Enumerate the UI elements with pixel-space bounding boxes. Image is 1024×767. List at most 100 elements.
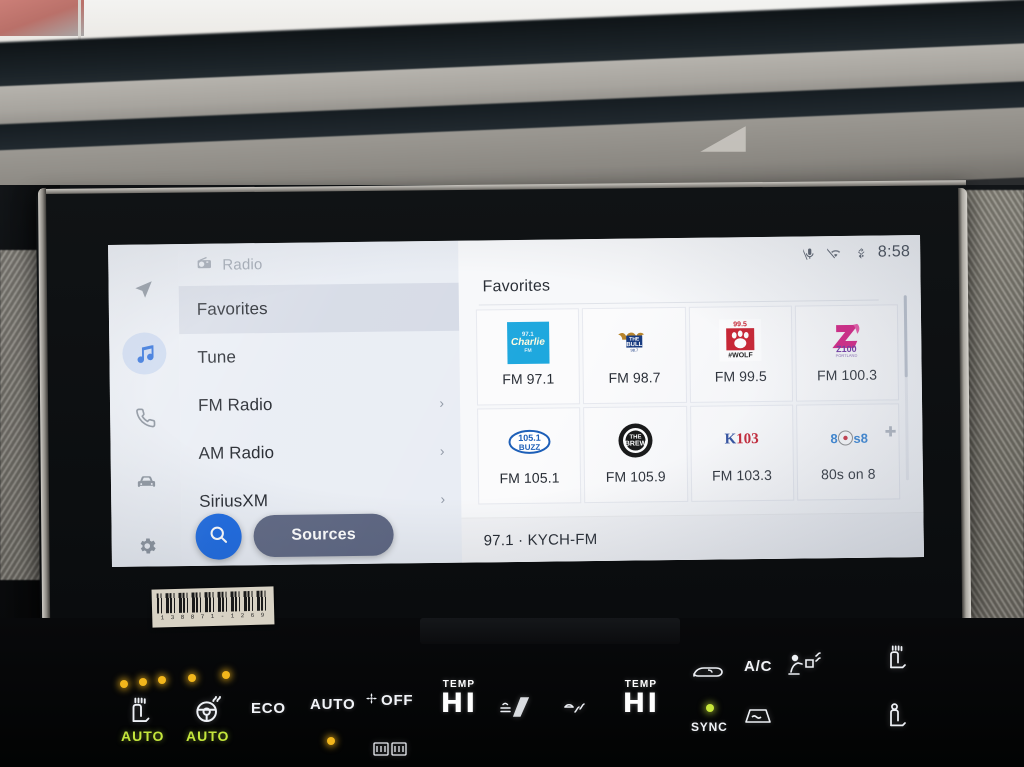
steering-heat-led-2	[222, 671, 230, 679]
panel-title: Favorites	[482, 277, 551, 296]
eighties-on-8-logo-icon: 8 s8	[826, 416, 871, 461]
favorite-tile[interactable]: THE BREW FM 105.9	[584, 406, 687, 503]
fan-off-button[interactable]: OFF	[365, 692, 413, 709]
radio-menu-panel: Radio Favorites Tune FM Radio › AM Radio…	[178, 240, 462, 567]
menu-item-am-radio[interactable]: AM Radio ›	[180, 427, 461, 478]
now-playing-bar[interactable]: 97.1 · KYCH-FM	[461, 513, 924, 563]
rear-defrost-icon[interactable]	[498, 692, 532, 725]
sync-button[interactable]: SYNC	[691, 720, 728, 734]
svg-text:98.7: 98.7	[630, 347, 639, 352]
favorite-tile[interactable]: 8 s8 80s on 8	[796, 404, 900, 500]
favorite-tile[interactable]: 97.1 Charlie FM FM 97.1	[476, 309, 580, 405]
menu-item-tune[interactable]: Tune	[179, 331, 460, 382]
sidebar-item-vehicle[interactable]	[124, 460, 169, 503]
sync-led	[706, 704, 714, 712]
chevron-right-icon: ›	[440, 490, 446, 507]
wifi-off-icon	[826, 246, 844, 260]
add-favorite-icon[interactable]: ✚	[885, 423, 897, 440]
panel-divider	[478, 299, 879, 306]
volume-rail	[420, 618, 680, 644]
front-defrost-icon[interactable]	[562, 696, 592, 727]
passenger-temp-display[interactable]: TEMP HI	[610, 680, 672, 719]
radio-icon	[196, 255, 212, 275]
favorite-label: FM 99.5	[714, 367, 767, 385]
bull-logo-icon: THE BULL 98.7	[612, 319, 657, 364]
sidebar-item-media[interactable]	[122, 332, 167, 375]
seat-vent-icon[interactable]	[884, 702, 912, 735]
menu-item-favorites[interactable]: Favorites	[178, 282, 460, 335]
favorites-panel: 8:58 Favorites ✚ 97.1 Charlie FM FM 97.1…	[458, 235, 924, 563]
barcode-bars	[156, 590, 270, 614]
k103-logo-icon: K 103	[724, 430, 759, 447]
menu-item-fm-radio[interactable]: FM Radio ›	[180, 379, 461, 430]
favorite-label: FM 103.3	[711, 466, 773, 484]
seat-heat-led-3	[158, 676, 166, 684]
wolf-logo-icon: 99.5 #WOLF	[718, 318, 763, 363]
clock: 8:58	[877, 243, 911, 261]
driver-temp-value: HI	[440, 688, 478, 719]
favorite-tile[interactable]: Z100 PORTLAND FM 100.3	[795, 305, 899, 401]
sidebar-item-phone[interactable]	[123, 396, 168, 439]
seat-heat-icon[interactable]	[126, 696, 156, 731]
ac-button[interactable]: A/C	[744, 658, 772, 675]
scrollbar-thumb[interactable]	[903, 295, 908, 378]
rear-window-defrost-icon[interactable]	[372, 740, 410, 765]
svg-text:105.1: 105.1	[518, 433, 541, 443]
eco-label: ECO	[251, 700, 286, 717]
favorite-tile[interactable]: 105.1 BUZZ FM 105.1	[478, 408, 581, 504]
ac-label: A/C	[744, 658, 773, 675]
eco-button[interactable]: ECO	[251, 700, 286, 717]
favorite-label: FM 100.3	[817, 366, 878, 384]
gear-icon	[136, 535, 157, 556]
buzz-logo-icon: 105.1 BUZZ	[507, 420, 552, 465]
seat-heat-led-1	[120, 680, 128, 688]
favorite-label: FM 98.7	[608, 369, 661, 386]
climate-control-panel: VOL- VOL+ AUTO	[0, 618, 1024, 767]
fan-auto-button[interactable]: AUTO	[310, 696, 355, 713]
fan-off-label: OFF	[381, 692, 414, 709]
phone-icon	[135, 407, 156, 428]
favorite-label: 80s on 8	[820, 465, 876, 483]
car-icon	[134, 470, 157, 493]
music-note-icon	[133, 342, 156, 365]
favorite-tile[interactable]: 99.5 #WOLF FM 99.5	[689, 306, 792, 402]
z100-logo-icon: Z100 PORTLAND	[824, 317, 869, 362]
menu-item-label: SiriusXM	[199, 491, 269, 511]
favorite-tile[interactable]: THE BULL 98.7 FM 98.7	[583, 307, 686, 404]
mic-muted-icon	[802, 246, 816, 261]
menu-action-row: Sources	[195, 512, 394, 560]
driver-temp-display[interactable]: TEMP HI	[428, 680, 490, 719]
menu-item-label: FM Radio	[197, 394, 273, 415]
seat-heat-led-2	[139, 678, 147, 686]
defrost-led	[327, 737, 335, 745]
sources-button[interactable]: Sources	[253, 513, 394, 558]
infotainment-screen[interactable]: Radio Favorites Tune FM Radio › AM Radio…	[108, 235, 924, 567]
sync-label: SYNC	[691, 720, 728, 734]
svg-text:99.5: 99.5	[733, 321, 747, 328]
airflow-icon[interactable]	[786, 652, 824, 685]
svg-text:#WOLF: #WOLF	[728, 352, 753, 359]
menu-item-label: Tune	[197, 347, 237, 367]
brew-logo-icon: THE BREW	[613, 418, 658, 463]
sidebar-item-settings[interactable]	[124, 524, 169, 567]
windshield-defrost-icon[interactable]	[742, 702, 774, 731]
now-playing-label: 97.1 · KYCH-FM	[483, 530, 598, 549]
svg-text:BUZZ: BUZZ	[518, 443, 540, 452]
seat-heat-auto-label: AUTO	[121, 728, 165, 744]
passenger-seat-heat-icon[interactable]	[884, 644, 912, 677]
steering-heat-led-1	[188, 674, 196, 682]
air-recirculate-icon[interactable]	[690, 660, 726, 689]
sidebar-item-navigation[interactable]	[121, 268, 166, 311]
favorite-tile[interactable]: K 103 FM 103.3	[690, 405, 793, 501]
window-reflection	[0, 0, 84, 36]
fan-auto-label: AUTO	[310, 696, 356, 713]
car-interior-photo: Radio Favorites Tune FM Radio › AM Radio…	[0, 0, 1024, 767]
svg-text:s8: s8	[854, 431, 869, 446]
search-button[interactable]	[195, 513, 242, 560]
passenger-temp-value: HI	[622, 688, 660, 719]
menu-item-label: AM Radio	[198, 442, 275, 463]
favorite-label: FM 97.1	[502, 370, 555, 388]
svg-text:PORTLAND: PORTLAND	[836, 353, 858, 358]
svg-text:8: 8	[831, 431, 838, 446]
steering-heat-icon[interactable]	[192, 693, 224, 730]
